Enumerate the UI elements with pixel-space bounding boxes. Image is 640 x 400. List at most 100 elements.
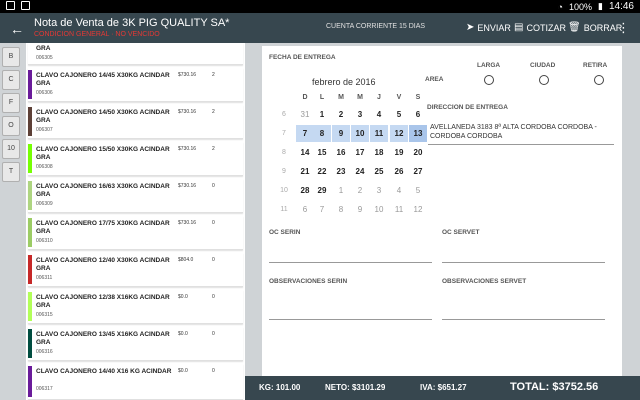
calendar-day[interactable]: 8	[332, 201, 350, 218]
index-letter[interactable]: B	[2, 47, 20, 67]
calendar-day[interactable]: 28	[296, 182, 314, 199]
product-item[interactable]: CLAVO CAJONERO 14/45 X30KG ACINDAR GRA 0…	[28, 68, 243, 102]
product-code: 006316	[36, 349, 53, 355]
back-arrow-icon[interactable]: ←	[10, 21, 24, 37]
overflow-menu-icon[interactable]: ⋮	[617, 20, 630, 36]
calendar-day[interactable]: 11	[390, 201, 408, 218]
product-qty: 0	[212, 183, 215, 189]
oc-serin-input[interactable]	[269, 262, 432, 263]
index-letter[interactable]: F	[2, 93, 20, 113]
quote-button[interactable]: ▤ COTIZAR	[514, 22, 566, 33]
product-color-bar	[28, 181, 32, 210]
area-radio-ciudad[interactable]	[539, 75, 549, 85]
address-field[interactable]: AVELLANEDA 3183 8ª ALTA CORDOBA CORDOBA …	[430, 123, 620, 141]
product-price: $730.16	[178, 146, 197, 152]
calendar-day[interactable]: 31	[296, 106, 314, 123]
area-radio-larga[interactable]	[484, 75, 494, 85]
calendar-day[interactable]: 5	[409, 182, 427, 199]
product-item[interactable]: CLAVO CAJONERO 16/63 X30KG ACINDAR GRA 0…	[28, 179, 243, 213]
product-item[interactable]: CLAVO CAJONERO 14/40 X16 KG ACINDAR 0063…	[28, 364, 243, 400]
product-item[interactable]: CLAVO CAJONERO 15/50 X30KG ACINDAR GRA 0…	[28, 142, 243, 176]
calendar-day[interactable]: 1	[313, 106, 331, 123]
calendar-day[interactable]: 7	[296, 125, 314, 142]
calendar-month: febrero de 2016	[312, 77, 376, 87]
calendar-day[interactable]: 22	[313, 163, 331, 180]
product-code: 006309	[36, 201, 53, 207]
index-letter[interactable]: T	[2, 162, 20, 182]
account-condition: CUENTA CORRIENTE 15 DIAS	[326, 23, 426, 30]
product-price: $730.16	[178, 72, 197, 78]
obs-servet-input[interactable]	[442, 319, 605, 320]
calendar-day[interactable]: 1	[332, 182, 350, 199]
product-price: $730.16	[178, 109, 197, 115]
delete-button[interactable]: 🗑 BORRAR	[568, 22, 622, 33]
area-radio-retira[interactable]	[594, 75, 604, 85]
oc-servet-input[interactable]	[442, 262, 605, 263]
product-price: $0.0	[178, 294, 188, 300]
calendar-day[interactable]: 17	[351, 144, 369, 161]
calendar-day[interactable]: 3	[370, 182, 388, 199]
calendar-day[interactable]: 18	[370, 144, 388, 161]
battery-icon: ▮	[598, 1, 603, 11]
product-price: $730.16	[178, 183, 197, 189]
calendar-day[interactable]: 12	[390, 125, 408, 142]
product-item[interactable]: CLAVO CAJONERO 12/38 X16KG ACINDAR GRA 0…	[28, 290, 243, 324]
calendar-day[interactable]: 15	[313, 144, 331, 161]
product-price: $804.0	[178, 257, 194, 263]
calendar-day[interactable]: 14	[296, 144, 314, 161]
product-list[interactable]: GRA 006305 CLAVO CAJONERO 14/45 X30KG AC…	[26, 43, 245, 400]
product-code: 006311	[36, 275, 53, 281]
calendar-day[interactable]: 29	[313, 182, 331, 199]
calendar-day[interactable]: 2	[351, 182, 369, 199]
obs-serin-input[interactable]	[269, 319, 432, 320]
calendar-day[interactable]: 8	[313, 125, 331, 142]
calendar-day[interactable]: 27	[409, 163, 427, 180]
product-item[interactable]: CLAVO CAJONERO 14/50 X30KG ACINDAR GRA 0…	[28, 105, 243, 139]
calendar-day[interactable]: 2	[332, 106, 350, 123]
calendar-day[interactable]: 19	[390, 144, 408, 161]
calendar-day[interactable]: 12	[409, 201, 427, 218]
order-form: FECHA DE ENTREGA febrero de 2016 D L M M J V S…	[262, 46, 622, 376]
calendar-day[interactable]: 11	[370, 125, 388, 142]
totals-bar: KG: 101.00 NETO: $3101.29 IVA: $651.27 T…	[245, 376, 640, 400]
calendar-day[interactable]: 10	[370, 201, 388, 218]
calendar-day[interactable]: 23	[332, 163, 350, 180]
calendar-day[interactable]: 3	[351, 106, 369, 123]
product-color-bar	[28, 70, 32, 99]
calendar-day[interactable]: 10	[351, 125, 369, 142]
product-item[interactable]: GRA 006305	[28, 43, 243, 65]
calendar-day[interactable]: 6	[409, 106, 427, 123]
product-item[interactable]: CLAVO CAJONERO 17/75 X30KG ACINDAR GRA 0…	[28, 216, 243, 250]
calendar-day[interactable]: 5	[390, 106, 408, 123]
calendar-day[interactable]: 4	[390, 182, 408, 199]
product-item[interactable]: CLAVO CAJONERO 13/45 X16KG ACINDAR GRA 0…	[28, 327, 243, 361]
calendar-weekday: V	[396, 94, 402, 101]
calendar-day[interactable]: 20	[409, 144, 427, 161]
product-price: $730.16	[178, 220, 197, 226]
product-code: 006306	[36, 90, 53, 96]
calendar-day[interactable]: 7	[313, 201, 331, 218]
product-name: GRA	[36, 45, 51, 52]
calendar-day[interactable]: 16	[332, 144, 350, 161]
calendar-day[interactable]: 13	[409, 125, 427, 142]
calendar-day[interactable]: 25	[370, 163, 388, 180]
calendar-day[interactable]: 6	[296, 201, 314, 218]
calendar-weekday: L	[319, 94, 325, 101]
product-item[interactable]: CLAVO CAJONERO 12/40 X30KG ACINDAR GRA 0…	[28, 253, 243, 287]
calendar-day[interactable]: 26	[390, 163, 408, 180]
address-underline	[428, 144, 614, 145]
wifi-icon: ◔	[557, 1, 563, 12]
calendar-day[interactable]: 9	[332, 125, 350, 142]
product-name: CLAVO CAJONERO 13/45 X16KG ACINDAR GRA	[36, 331, 170, 346]
calendar-day[interactable]: 21	[296, 163, 314, 180]
calendar-day[interactable]: 9	[351, 201, 369, 218]
index-letter[interactable]: O	[2, 116, 20, 136]
index-letter[interactable]: 10	[2, 139, 20, 159]
page-subtitle: CONDICION GENERAL · NO VENCIDO	[34, 31, 160, 38]
index-letter[interactable]: C	[2, 70, 20, 90]
send-button[interactable]: ➤ ENVIAR	[466, 22, 511, 33]
obs-serin-label: OBSERVACIONES SERIN	[269, 278, 348, 285]
calendar-day[interactable]: 4	[370, 106, 388, 123]
calendar-day[interactable]: 24	[351, 163, 369, 180]
notification-icon	[6, 1, 15, 10]
